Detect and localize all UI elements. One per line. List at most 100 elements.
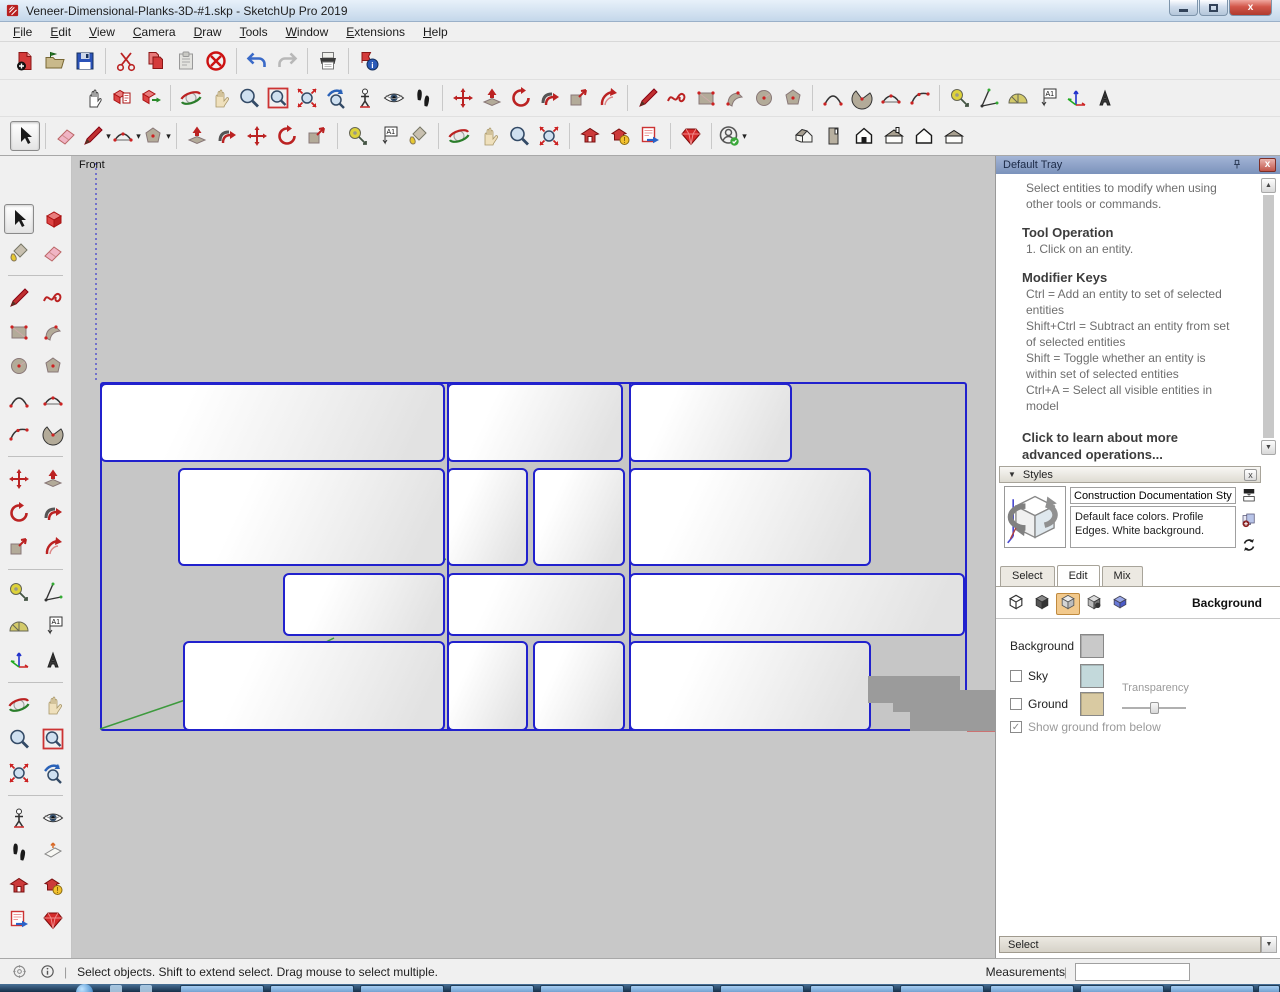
offset-button[interactable]	[39, 534, 66, 561]
look-around-button[interactable]	[379, 84, 408, 112]
tab-edit[interactable]: Edit	[1056, 565, 1100, 586]
position-camera-button[interactable]	[5, 805, 32, 832]
hand-cursor-button[interactable]	[78, 84, 107, 112]
zoom-extents-button[interactable]	[534, 121, 564, 151]
zoom-button[interactable]	[234, 84, 263, 112]
taskbar-window-button[interactable]	[540, 985, 624, 992]
cut-button[interactable]	[111, 46, 141, 76]
taskbar-window-button[interactable]	[630, 985, 714, 992]
scroll-up-button[interactable]: ▲	[1261, 178, 1276, 193]
zoom-button[interactable]	[5, 726, 32, 753]
3d-warehouse-button[interactable]	[5, 873, 32, 900]
save-file-button[interactable]	[70, 46, 100, 76]
plank-3[interactable]	[629, 383, 792, 462]
dropdown-arrow-icon[interactable]: ▾	[742, 131, 747, 142]
text-button[interactable]: A1	[1032, 84, 1061, 112]
scale-button[interactable]	[302, 121, 332, 151]
print-button[interactable]	[313, 46, 343, 76]
menu-file[interactable]: File	[4, 23, 41, 41]
undo-button[interactable]	[242, 46, 272, 76]
right-view-button[interactable]	[879, 121, 909, 151]
line-button[interactable]	[633, 84, 662, 112]
add-style-button[interactable]	[1240, 511, 1258, 529]
style-thumbnail[interactable]	[1004, 486, 1066, 548]
zoom-button[interactable]	[504, 121, 534, 151]
maximize-button[interactable]	[1199, 0, 1228, 16]
plank-10[interactable]	[629, 573, 965, 636]
position-camera-button[interactable]	[350, 84, 379, 112]
erase-selected-button[interactable]	[201, 46, 231, 76]
modeling-settings-button[interactable]	[1108, 593, 1132, 615]
two-point-arc-button[interactable]	[876, 84, 905, 112]
slider-thumb[interactable]	[1150, 702, 1159, 714]
open-file-button[interactable]	[40, 46, 70, 76]
scrollbar-thumb[interactable]	[1263, 195, 1274, 438]
rotate-button[interactable]	[5, 500, 32, 527]
two-point-arc-button[interactable]: ▾	[111, 121, 141, 151]
windows-taskbar[interactable]	[0, 984, 1280, 992]
tape-measure-button[interactable]	[343, 121, 373, 151]
front-view-button[interactable]	[849, 121, 879, 151]
polygon-button[interactable]	[778, 84, 807, 112]
orbit-button[interactable]	[444, 121, 474, 151]
move-button[interactable]	[448, 84, 477, 112]
two-point-arc-button[interactable]	[39, 387, 66, 414]
background-settings-button[interactable]	[1056, 593, 1080, 615]
axes-button[interactable]	[1061, 84, 1090, 112]
new-file-button[interactable]	[10, 46, 40, 76]
dropdown-arrow-icon[interactable]: ▾	[166, 131, 171, 142]
menu-extensions[interactable]: Extensions	[337, 23, 414, 41]
collapsed-select-panel[interactable]: Select	[999, 936, 1261, 953]
menu-window[interactable]: Window	[277, 23, 338, 41]
circle-button[interactable]	[749, 84, 778, 112]
three-point-arc-button[interactable]	[5, 421, 32, 448]
plank-6[interactable]	[533, 468, 625, 566]
plank-5[interactable]	[447, 468, 528, 566]
close-button[interactable]: x	[1229, 0, 1272, 16]
watermark-settings-button[interactable]	[1082, 593, 1106, 615]
style-description-field[interactable]: Default face colors. Profile Edges. Whit…	[1070, 506, 1236, 548]
rectangle-button[interactable]	[691, 84, 720, 112]
top-view-button[interactable]	[819, 121, 849, 151]
ground-color-swatch[interactable]	[1080, 692, 1104, 716]
scale-button[interactable]	[5, 534, 32, 561]
walk-button[interactable]	[408, 84, 437, 112]
menu-draw[interactable]: Draw	[185, 23, 231, 41]
taskbar-window-button[interactable]	[1080, 985, 1164, 992]
walk-button[interactable]	[5, 839, 32, 866]
text-button[interactable]: A1	[39, 613, 66, 640]
rectangle-button[interactable]	[5, 319, 32, 346]
3d-text-button[interactable]	[1090, 84, 1119, 112]
taskbar-window-button[interactable]	[810, 985, 894, 992]
eraser-button[interactable]	[51, 121, 81, 151]
tab-mix[interactable]: Mix	[1101, 566, 1143, 586]
arc-button[interactable]	[5, 387, 32, 414]
pan-button[interactable]	[205, 84, 234, 112]
3d-warehouse-button[interactable]	[575, 121, 605, 151]
zoom-window-button[interactable]	[263, 84, 292, 112]
plank-7[interactable]	[629, 468, 871, 566]
menu-camera[interactable]: Camera	[124, 23, 185, 41]
extension-warehouse-button[interactable]	[676, 121, 706, 151]
line-button[interactable]	[5, 285, 32, 312]
section-plane-button[interactable]	[39, 839, 66, 866]
taskbar-window-button[interactable]	[900, 985, 984, 992]
taskbar-window-button[interactable]	[180, 985, 264, 992]
background-color-swatch[interactable]	[1080, 634, 1104, 658]
share-model-button[interactable]: !	[605, 121, 635, 151]
pan-button[interactable]	[39, 692, 66, 719]
push-pull-button[interactable]	[182, 121, 212, 151]
redo-button[interactable]	[272, 46, 302, 76]
pie-button[interactable]	[39, 421, 66, 448]
show-ground-checkbox[interactable]: ✓	[1010, 721, 1022, 733]
circle-button[interactable]	[5, 353, 32, 380]
offset-button[interactable]	[593, 84, 622, 112]
plank-1[interactable]	[100, 383, 445, 462]
model-info-button[interactable]: i	[354, 46, 384, 76]
taskbar-pinned-icon[interactable]	[110, 985, 122, 992]
plank-4[interactable]	[178, 468, 445, 566]
paint-bucket-button[interactable]	[5, 240, 32, 267]
menu-view[interactable]: View	[80, 23, 124, 41]
zoom-extents-button[interactable]	[5, 760, 32, 787]
geolocate-button[interactable]	[11, 963, 28, 980]
